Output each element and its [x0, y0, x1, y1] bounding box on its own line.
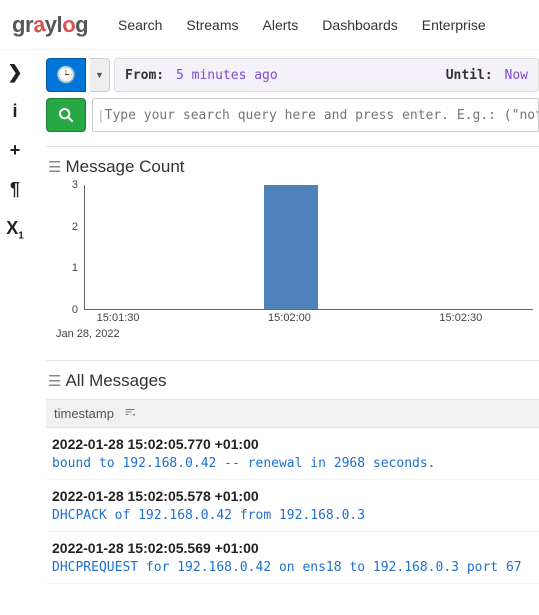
message-text: bound to 192.168.0.42 -- renewal in 2968…: [52, 456, 533, 471]
from-label: From:: [125, 68, 164, 83]
plus-icon[interactable]: +: [10, 140, 21, 161]
nav-search[interactable]: Search: [118, 17, 162, 33]
search-input[interactable]: [105, 108, 538, 123]
time-range-display[interactable]: From: 5 minutes ago Until: Now: [114, 58, 539, 92]
main-content: 🕒 ▼ From: 5 minutes ago Until: Now | ☰ M…: [40, 50, 539, 615]
search-icon: [58, 107, 74, 123]
cursor-icon: |: [99, 107, 103, 123]
all-messages-title-row: ☰ All Messages: [48, 371, 539, 391]
all-messages-panel: ☰ All Messages timestamp 2022-01-28 15:0…: [46, 360, 539, 584]
message-count-chart[interactable]: 3 2 1 0 15:01:30 15:02:00 15:02:30 Jan 2…: [46, 185, 533, 340]
chart-plot-area: [84, 185, 533, 310]
nav-enterprise[interactable]: Enterprise: [422, 17, 486, 33]
message-row[interactable]: 2022-01-28 15:02:05.578 +01:00 DHCPACK o…: [46, 480, 539, 532]
brand-logo[interactable]: graylog: [12, 12, 88, 38]
info-icon[interactable]: i: [12, 101, 17, 122]
all-messages-title: All Messages: [65, 371, 166, 391]
variable-icon[interactable]: X1: [6, 218, 24, 242]
chart-bar: [264, 185, 318, 309]
sort-icon[interactable]: [124, 406, 136, 421]
time-range-dropdown[interactable]: ▼: [90, 58, 110, 92]
ytick-2: 2: [72, 221, 78, 233]
search-input-wrap: |: [92, 98, 539, 132]
nav-alerts[interactable]: Alerts: [263, 17, 299, 33]
pilcrow-icon[interactable]: ¶: [10, 179, 20, 200]
left-icon-rail: ❯ i + ¶ X1: [0, 50, 30, 242]
ytick-0: 0: [72, 304, 78, 316]
search-submit-button[interactable]: [46, 98, 86, 132]
xtick-0: 15:01:30: [97, 312, 140, 324]
chart-yaxis: 3 2 1 0: [46, 185, 82, 310]
nav-streams[interactable]: Streams: [186, 17, 238, 33]
message-row[interactable]: 2022-01-28 15:02:05.770 +01:00 bound to …: [46, 428, 539, 480]
message-text: DHCPREQUEST for 192.168.0.42 on ens18 to…: [52, 560, 533, 575]
ytick-1: 1: [72, 262, 78, 274]
from-value: 5 minutes ago: [176, 68, 278, 83]
chevron-down-icon: ▼: [95, 70, 104, 80]
clock-icon: 🕒: [56, 65, 76, 85]
col-timestamp[interactable]: timestamp: [54, 406, 114, 421]
chart-xaxis: 15:01:30 15:02:00 15:02:30: [82, 312, 533, 326]
time-range-button[interactable]: 🕒: [46, 58, 86, 92]
until-value: Now: [505, 68, 528, 83]
message-timestamp: 2022-01-28 15:02:05.770 +01:00: [52, 436, 533, 452]
message-count-title: Message Count: [65, 157, 184, 177]
nav-dashboards[interactable]: Dashboards: [322, 17, 398, 33]
drag-handle-icon[interactable]: ☰: [48, 158, 59, 176]
xtick-1: 15:02:00: [268, 312, 311, 324]
message-text: DHCPACK of 192.168.0.42 from 192.168.0.3: [52, 508, 533, 523]
drag-handle-icon[interactable]: ☰: [48, 372, 59, 390]
messages-table-header: timestamp: [46, 399, 539, 428]
top-navbar: graylog Search Streams Alerts Dashboards…: [0, 0, 539, 50]
until-label: Until:: [446, 68, 493, 83]
time-range-bar: 🕒 ▼ From: 5 minutes ago Until: Now: [46, 58, 539, 92]
xtick-2: 15:02:30: [439, 312, 482, 324]
chevron-right-icon[interactable]: ❯: [7, 62, 22, 83]
message-count-panel: ☰ Message Count 3 2 1 0 15:01:30 15:02:0…: [46, 146, 539, 340]
message-timestamp: 2022-01-28 15:02:05.569 +01:00: [52, 540, 533, 556]
message-count-title-row: ☰ Message Count: [48, 157, 539, 177]
message-row[interactable]: 2022-01-28 15:02:05.569 +01:00 DHCPREQUE…: [46, 532, 539, 584]
search-row: |: [46, 98, 539, 132]
message-timestamp: 2022-01-28 15:02:05.578 +01:00: [52, 488, 533, 504]
ytick-3: 3: [72, 179, 78, 191]
chart-date-label: Jan 28, 2022: [56, 328, 120, 340]
